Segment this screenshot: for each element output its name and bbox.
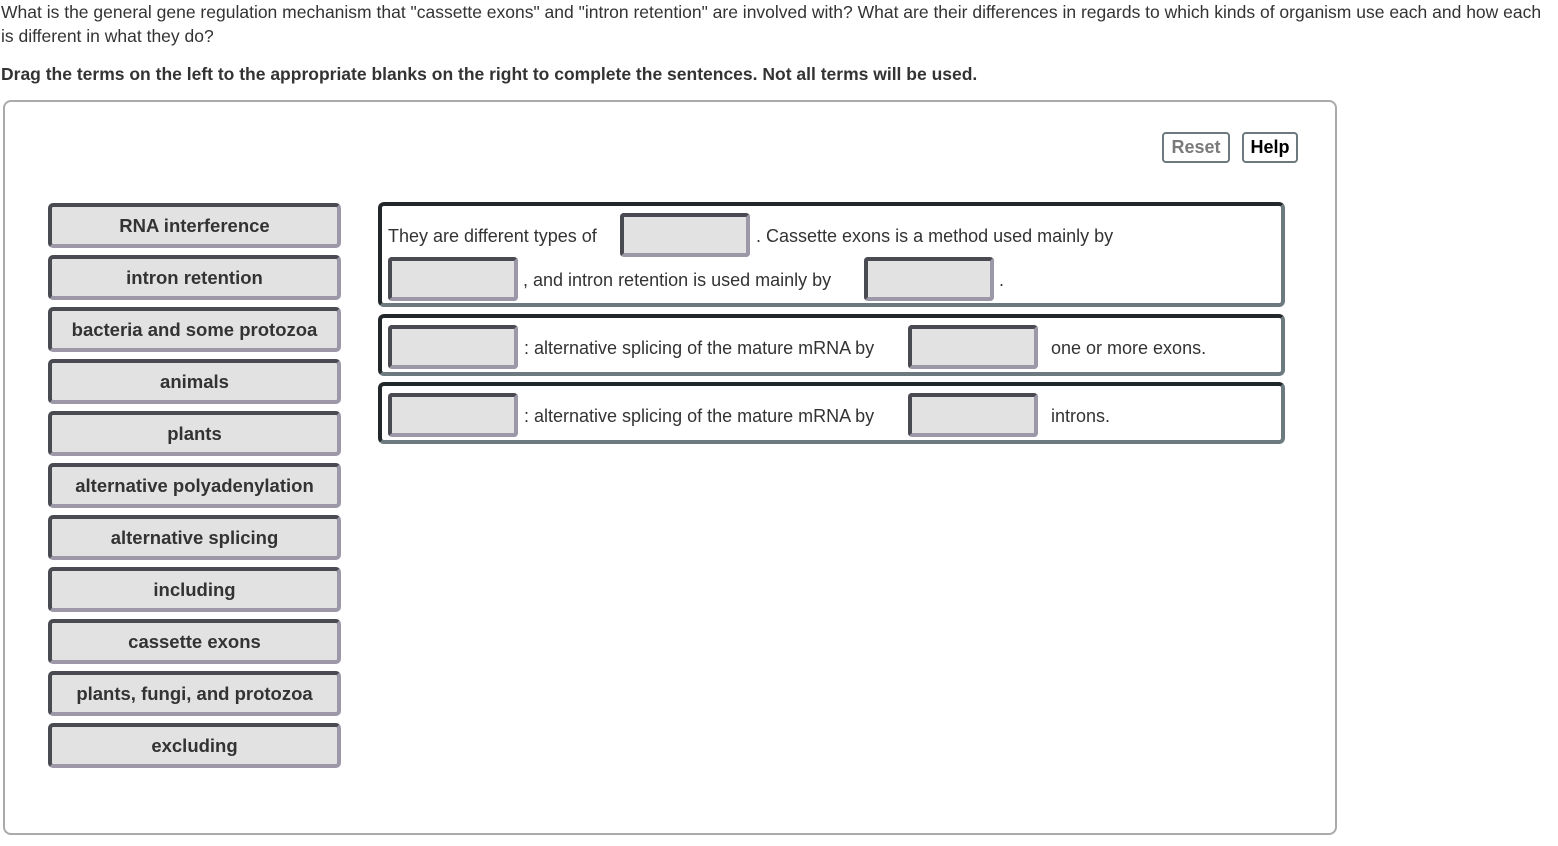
- term-plants[interactable]: plants: [48, 411, 341, 456]
- sentence-box-3: : alternative splicing of the mature mRN…: [378, 382, 1285, 444]
- term-rna-interference[interactable]: RNA interference: [48, 203, 341, 248]
- reset-button[interactable]: Reset: [1162, 132, 1230, 163]
- sentence-3-text-1: : alternative splicing of the mature mRN…: [524, 406, 875, 426]
- term-excluding[interactable]: excluding: [48, 723, 341, 768]
- drop-blank-2[interactable]: [388, 257, 518, 301]
- sentence-1-text-1: They are different types of: [388, 226, 597, 246]
- drop-blank-6[interactable]: [388, 393, 518, 437]
- sentence-2-text-1: : alternative splicing of the mature mRN…: [524, 338, 875, 358]
- instruction-text: Drag the terms on the left to the approp…: [1, 64, 978, 84]
- drop-blank-3[interactable]: [864, 257, 994, 301]
- drop-blank-7[interactable]: [908, 393, 1038, 437]
- term-plants-fungi-and-protozoa[interactable]: plants, fungi, and protozoa: [48, 671, 341, 716]
- term-animals[interactable]: animals: [48, 359, 341, 404]
- sentence-3-text-2: introns.: [1051, 406, 1111, 426]
- sentence-1-text-2: . Cassette exons is a method used mainly…: [756, 226, 1114, 246]
- question-text: What is the general gene regulation mech…: [1, 2, 1542, 46]
- term-alternative-splicing[interactable]: alternative splicing: [48, 515, 341, 560]
- sentence-box-1: They are different types of . Cassette e…: [378, 202, 1285, 307]
- term-cassette-exons[interactable]: cassette exons: [48, 619, 341, 664]
- help-button[interactable]: Help: [1242, 132, 1298, 163]
- term-bacteria-and-some-protozoa[interactable]: bacteria and some protozoa: [48, 307, 341, 352]
- term-intron-retention[interactable]: intron retention: [48, 255, 341, 300]
- sentence-1-text-3: , and intron retention is used mainly by: [523, 270, 832, 290]
- term-including[interactable]: including: [48, 567, 341, 612]
- sentence-2-text-2: one or more exons.: [1051, 338, 1207, 358]
- drop-blank-5[interactable]: [908, 325, 1038, 369]
- term-alternative-polyadenylation[interactable]: alternative polyadenylation: [48, 463, 341, 508]
- sentence-1-text-4: .: [999, 270, 1005, 290]
- drop-blank-4[interactable]: [388, 325, 518, 369]
- sentence-box-2: : alternative splicing of the mature mRN…: [378, 314, 1285, 376]
- drop-blank-1[interactable]: [620, 213, 750, 257]
